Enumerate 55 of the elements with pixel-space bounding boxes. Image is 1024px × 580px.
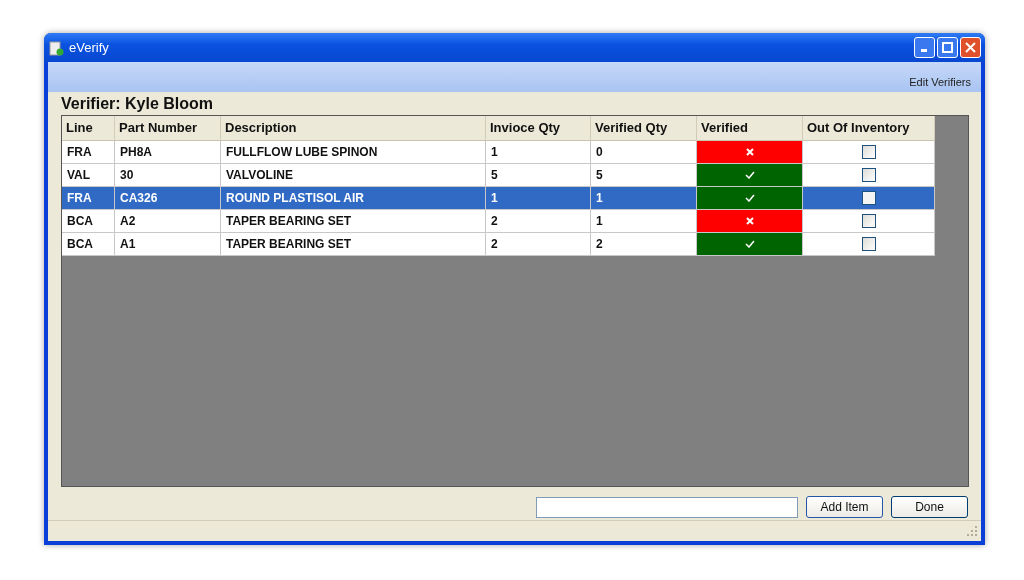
clipboard-icon bbox=[48, 39, 64, 56]
checkbox[interactable] bbox=[861, 191, 876, 205]
checkbox[interactable] bbox=[861, 214, 876, 228]
table-cell: VAL bbox=[62, 164, 115, 187]
table-cell: 5 bbox=[486, 164, 591, 187]
table-cell: 2 bbox=[591, 233, 697, 256]
table-cell: PH8A bbox=[115, 141, 221, 164]
table-cell: 5 bbox=[591, 164, 697, 187]
add-item-button[interactable]: Add Item bbox=[806, 496, 883, 518]
table-cell: 1 bbox=[486, 141, 591, 164]
column-header[interactable]: Out Of Inventory bbox=[803, 116, 935, 141]
input-field[interactable] bbox=[536, 496, 798, 518]
menu-item[interactable]: Edit Verifiers bbox=[909, 76, 971, 88]
close-button[interactable] bbox=[960, 37, 981, 58]
table-cell: TAPER BEARING SET bbox=[221, 233, 486, 256]
table-cell: A2 bbox=[115, 210, 221, 233]
window-title: eVerify bbox=[69, 40, 110, 55]
cross-icon bbox=[745, 217, 754, 225]
column-header[interactable]: Part Number bbox=[115, 116, 221, 141]
checkmark-icon bbox=[744, 194, 755, 202]
column-header[interactable]: Verified bbox=[697, 116, 803, 141]
checkbox[interactable] bbox=[861, 237, 876, 251]
table-cell: VALVOLINE bbox=[221, 164, 486, 187]
table-cell: 1 bbox=[591, 210, 697, 233]
table-cell: BCA bbox=[62, 233, 115, 256]
checkmark-icon bbox=[744, 171, 755, 179]
table-cell: 2 bbox=[486, 233, 591, 256]
checkmark-icon bbox=[744, 240, 755, 248]
done-button[interactable]: Done bbox=[891, 496, 968, 518]
table-cell: FULLFLOW LUBE SPINON bbox=[221, 141, 486, 164]
table-cell: 0 bbox=[591, 141, 697, 164]
table-cell: 30 bbox=[115, 164, 221, 187]
maximize-button[interactable] bbox=[937, 37, 958, 58]
table-cell: CA326 bbox=[115, 187, 221, 210]
cross-icon bbox=[745, 148, 754, 156]
table-cell: ROUND PLASTISOL AIR bbox=[221, 187, 486, 210]
table-cell: TAPER BEARING SET bbox=[221, 210, 486, 233]
table-cell: 1 bbox=[486, 187, 591, 210]
table-cell: A1 bbox=[115, 233, 221, 256]
table-cell: 2 bbox=[486, 210, 591, 233]
table-cell: 1 bbox=[591, 187, 697, 210]
close-icon bbox=[965, 42, 976, 53]
maximize-icon bbox=[942, 42, 953, 53]
table-cell: BCA bbox=[62, 210, 115, 233]
table-cell: FRA bbox=[62, 141, 115, 164]
checkbox[interactable] bbox=[861, 145, 876, 159]
resize-grip-icon[interactable] bbox=[967, 525, 978, 537]
column-header[interactable]: Invioce Qty bbox=[486, 116, 591, 141]
checkbox[interactable] bbox=[861, 168, 876, 182]
table-cell: FRA bbox=[62, 187, 115, 210]
verifier-label: Verifier: Kyle Bloom bbox=[61, 95, 215, 113]
minimize-button[interactable] bbox=[914, 37, 935, 58]
column-header[interactable]: Description bbox=[221, 116, 486, 141]
column-header[interactable]: Verified Qty bbox=[591, 116, 697, 141]
column-header[interactable]: Line bbox=[62, 116, 115, 141]
